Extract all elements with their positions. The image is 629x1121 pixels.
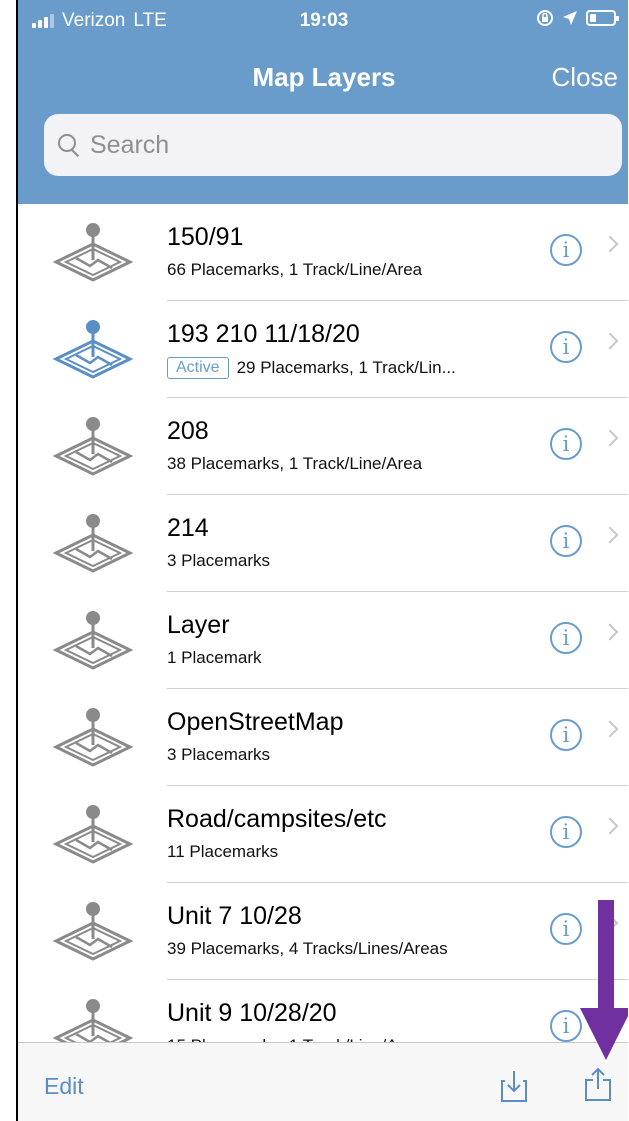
orientation-lock-icon (537, 10, 553, 26)
info-icon[interactable]: i (550, 525, 582, 557)
info-icon[interactable]: i (550, 234, 582, 266)
layer-summary-text: 38 Placemarks, 1 Track/Line/Area (167, 454, 423, 473)
page-title: Map Layers (252, 62, 396, 92)
layer-name: Unit 9 10/28/20 (167, 999, 337, 1027)
map-layer-icon (52, 223, 134, 282)
layer-summary-text: 66 Placemarks, 1 Track/Line/Area (167, 260, 423, 279)
layer-summary-text: 3 Placemarks (167, 745, 270, 764)
info-icon[interactable]: i (550, 428, 582, 460)
layer-row[interactable]: Layer 1 Placemark i (18, 592, 628, 689)
search-icon (58, 134, 80, 156)
layer-summary: 39 Placemarks, 4 Tracks/Lines/Areas (167, 939, 448, 959)
layer-name: 150/91 (167, 223, 244, 251)
info-icon[interactable]: i (550, 622, 582, 654)
layer-summary: 3 Placemarks (167, 551, 270, 571)
share-export-icon[interactable] (584, 1067, 612, 1101)
layer-row[interactable]: Unit 9 10/28/20 15 Placemarks, 1 Track/L… (18, 980, 628, 1042)
map-layer-icon (52, 902, 134, 961)
layer-list: 150/91 66 Placemarks, 1 Track/Line/Area … (18, 204, 628, 1042)
chevron-right-icon (601, 429, 619, 447)
layer-row[interactable]: Road/campsites/etc 11 Placemarks i (18, 786, 628, 883)
layer-row[interactable]: 193 210 11/18/20 Active 29 Placemarks, 1… (18, 301, 628, 398)
map-layer-icon (52, 708, 134, 767)
layer-summary-text: 29 Placemarks, 1 Track/Lin... (236, 358, 456, 377)
layer-name: Unit 7 10/28 (167, 902, 302, 930)
chevron-right-icon (601, 623, 619, 641)
chevron-right-icon (601, 817, 619, 835)
map-layer-icon (52, 417, 134, 476)
header: Verizon LTE 19:03 Map Layers Close (18, 0, 628, 204)
layer-summary: 38 Placemarks, 1 Track/Line/Area (167, 454, 422, 474)
layer-row[interactable]: 208 38 Placemarks, 1 Track/Line/Area i (18, 398, 628, 495)
layer-summary-text: 1 Placemark (167, 648, 262, 667)
info-icon[interactable]: i (550, 331, 582, 363)
chevron-right-icon (601, 235, 619, 253)
layer-row[interactable]: 150/91 66 Placemarks, 1 Track/Line/Area … (18, 204, 628, 301)
status-bar: Verizon LTE 19:03 (18, 0, 628, 40)
chevron-right-icon (601, 332, 619, 350)
map-layer-icon (52, 999, 134, 1042)
layer-summary-text: 39 Placemarks, 4 Tracks/Lines/Areas (167, 939, 448, 958)
map-layer-icon (52, 320, 134, 379)
battery-icon (586, 10, 619, 26)
info-icon[interactable]: i (550, 719, 582, 751)
layer-name: OpenStreetMap (167, 708, 344, 736)
app-frame: Verizon LTE 19:03 Map Layers Close Searc… (16, 0, 628, 1121)
layer-name: Layer (167, 611, 230, 639)
bottom-toolbar: Edit (18, 1042, 628, 1121)
import-tray-icon[interactable] (500, 1069, 528, 1103)
active-badge: Active (167, 357, 229, 379)
layer-summary: 3 Placemarks (167, 745, 270, 765)
layer-name: 214 (167, 514, 209, 542)
layer-summary: 66 Placemarks, 1 Track/Line/Area (167, 260, 422, 280)
layer-summary: 11 Placemarks (167, 842, 278, 862)
location-arrow-icon (563, 11, 577, 25)
layer-row[interactable]: 214 3 Placemarks i (18, 495, 628, 592)
layer-name: Road/campsites/etc (167, 805, 387, 833)
search-input[interactable] (90, 130, 590, 160)
layer-summary-text: 11 Placemarks (167, 842, 279, 861)
close-button[interactable]: Close (552, 62, 618, 93)
info-icon[interactable]: i (550, 816, 582, 848)
layer-summary: Active 29 Placemarks, 1 Track/Lin... (167, 357, 456, 379)
layer-row[interactable]: OpenStreetMap 3 Placemarks i (18, 689, 628, 786)
annotation-arrow-icon (580, 900, 628, 1060)
layer-summary: 1 Placemark (167, 648, 261, 668)
search-bar[interactable] (44, 114, 622, 176)
map-layer-icon (52, 805, 134, 864)
layer-summary-text: 3 Placemarks (167, 551, 270, 570)
status-right (536, 9, 619, 27)
layer-name: 193 210 11/18/20 (167, 320, 360, 348)
layer-name: 208 (167, 417, 209, 445)
layer-row[interactable]: Unit 7 10/28 39 Placemarks, 4 Tracks/Lin… (18, 883, 628, 980)
chevron-right-icon (601, 526, 619, 544)
map-layer-icon (52, 611, 134, 670)
edit-button[interactable]: Edit (44, 1073, 84, 1100)
chevron-right-icon (601, 720, 619, 738)
map-layer-icon (52, 514, 134, 573)
